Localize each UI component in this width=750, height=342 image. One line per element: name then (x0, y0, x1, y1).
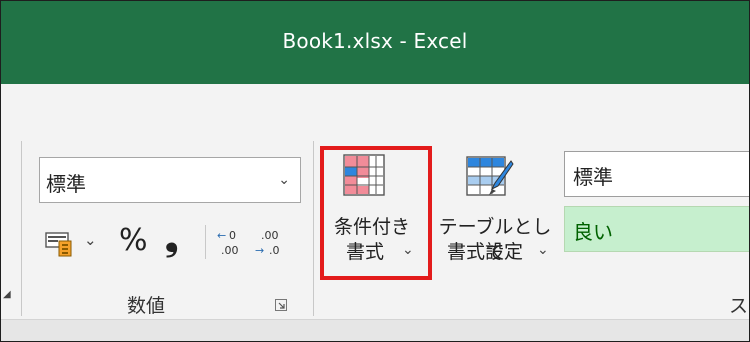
window-title: Book1.xlsx - Excel (282, 29, 468, 53)
format-as-table-label-line2: 書式設定 (446, 241, 523, 263)
number-format-buttons: ⌄ % ❟ ← 0 .00 .00 → .0 (39, 219, 309, 263)
button-separator (205, 225, 206, 259)
styles-group-label: ス (729, 295, 749, 317)
number-group-label: 数値 (127, 295, 166, 317)
chevron-down-icon[interactable]: ⌄ (84, 231, 97, 249)
cell-style-good[interactable]: 良い (564, 206, 749, 252)
number-format-dropdown[interactable]: 標準 ⌄ (39, 157, 301, 203)
svg-text:.0: .0 (269, 244, 280, 257)
number-format-value: 標準 (46, 172, 86, 196)
cell-style-normal-label: 標準 (573, 165, 613, 189)
group-launcher-icon[interactable]: ◢ (3, 289, 11, 300)
decrease-decimal-icon[interactable]: .00 → .0 (253, 227, 285, 259)
group-separator (21, 141, 22, 316)
svg-text:→: → (255, 244, 264, 257)
accounting-format-icon[interactable] (45, 229, 75, 257)
format-as-table-button[interactable]: テーブルとして 書式設定 ⌄ (431, 150, 559, 276)
ribbon-bottom-bar (1, 319, 749, 341)
comma-style-button[interactable]: ❟ (165, 219, 178, 259)
percent-style-button[interactable]: % (119, 223, 148, 258)
chevron-down-icon: ⌄ (537, 242, 549, 258)
increase-decimal-icon[interactable]: ← 0 .00 (215, 227, 247, 259)
excel-window: Book1.xlsx - Excel ◢ 標準 ⌄ ⌄ % ❟ ← 0 .00 … (0, 0, 750, 342)
highlight-box (320, 146, 432, 280)
svg-text:.00: .00 (261, 229, 279, 242)
cell-style-normal[interactable]: 標準 (564, 151, 749, 197)
dialog-launcher-icon[interactable] (275, 299, 287, 311)
svg-text:←: ← (217, 229, 226, 242)
cell-style-good-label: 良い (573, 220, 613, 244)
svg-text:.00: .00 (221, 244, 239, 257)
title-bar: Book1.xlsx - Excel (1, 1, 749, 84)
group-separator (313, 141, 314, 316)
svg-text:0: 0 (229, 229, 236, 242)
format-as-table-icon (466, 156, 514, 196)
chevron-down-icon: ⌄ (278, 172, 290, 188)
